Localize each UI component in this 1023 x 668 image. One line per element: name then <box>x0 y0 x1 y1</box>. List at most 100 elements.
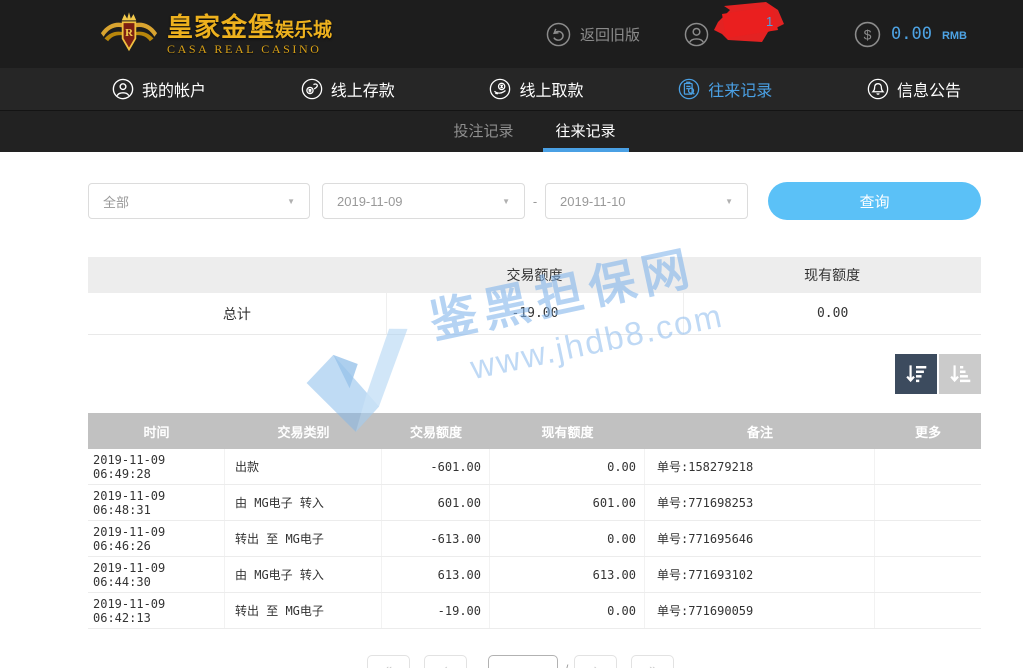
username-visible-digit: 1 <box>766 14 773 29</box>
cell-more <box>875 521 981 556</box>
cell-time: 2019-11-09 06:49:28 <box>88 449 225 484</box>
logo-subtitle: CASA REAL CASINO <box>167 43 332 55</box>
chevron-down-icon: ▼ <box>502 197 510 206</box>
table-row: 2019-11-09 06:46:26 转出 至 MG电子 -613.00 0.… <box>88 521 981 557</box>
transaction-records-page: R 皇家金堡娱乐城 CASA REAL CASINO 返回旧版 <box>0 0 1023 668</box>
cell-more <box>875 485 981 520</box>
cell-type: 出款 <box>225 449 382 484</box>
col-header-balance: 现有额度 <box>490 422 645 441</box>
casino-logo[interactable]: R 皇家金堡娱乐城 CASA REAL CASINO <box>100 11 332 57</box>
first-page-button[interactable]: « <box>367 655 410 668</box>
main-navigation: 我的帐户 线上存款 <box>0 68 1023 110</box>
col-header-type: 交易类别 <box>225 422 382 441</box>
bell-icon <box>867 78 889 100</box>
records-table: 时间 交易类别 交易额度 现有额度 备注 更多 2019-11-09 06:49… <box>88 413 981 629</box>
date-from-select[interactable]: 2019-11-09 ▼ <box>322 183 525 219</box>
user-account[interactable]: 1 <box>684 22 784 47</box>
date-to-value: 2019-11-10 <box>560 194 626 209</box>
page-separator: / <box>565 655 568 668</box>
summary-transaction-amount: -19.00 <box>386 293 684 334</box>
cell-type: 转出 至 MG电子 <box>225 521 382 556</box>
summary-header-transaction-amount: 交易额度 <box>386 265 684 285</box>
cell-amount: 601.00 <box>382 485 490 520</box>
cell-balance: 0.00 <box>490 449 645 484</box>
cell-note: 单号:771690059 <box>645 593 875 628</box>
tab-betting-records[interactable]: 投注记录 <box>432 111 534 152</box>
cell-time: 2019-11-09 06:46:26 <box>88 521 225 556</box>
filter-row: 全部 ▼ 2019-11-09 ▼ - 2019-11-10 ▼ 查询 <box>88 182 981 220</box>
nav-item-my-account[interactable]: 我的帐户 <box>112 77 206 101</box>
cell-amount: -601.00 <box>382 449 490 484</box>
sort-ascending-icon <box>947 361 973 387</box>
logo-text: 皇家金堡娱乐城 CASA REAL CASINO <box>167 14 332 55</box>
chevron-down-icon: ▼ <box>287 197 295 206</box>
date-range-separator: - <box>525 194 545 209</box>
cell-note: 单号:771695646 <box>645 521 875 556</box>
summary-total-label: 总计 <box>88 304 386 324</box>
svg-text:$: $ <box>864 26 872 42</box>
type-select[interactable]: 全部 ▼ <box>88 183 310 219</box>
query-button[interactable]: 查询 <box>768 182 981 220</box>
prev-page-button[interactable]: ‹ <box>424 655 467 668</box>
cell-more <box>875 593 981 628</box>
records-icon <box>678 78 700 100</box>
cell-time: 2019-11-09 06:44:30 <box>88 557 225 592</box>
content-area: 全部 ▼ 2019-11-09 ▼ - 2019-11-10 ▼ 查询 交易额度… <box>88 182 981 629</box>
nav-label: 线上取款 <box>519 77 583 101</box>
col-header-more: 更多 <box>875 422 981 441</box>
records-header-row: 时间 交易类别 交易额度 现有额度 备注 更多 <box>88 413 981 449</box>
cell-more <box>875 449 981 484</box>
nav-item-announcements[interactable]: 信息公告 <box>867 77 961 101</box>
page-number-input[interactable] <box>488 655 558 668</box>
user-icon <box>112 78 134 100</box>
back-arrow-icon <box>546 22 571 47</box>
cell-type: 转出 至 MG电子 <box>225 593 382 628</box>
table-row: 2019-11-09 06:44:30 由 MG电子 转入 613.00 613… <box>88 557 981 593</box>
col-header-amount: 交易额度 <box>382 422 490 441</box>
nav-item-online-withdrawal[interactable]: 线上取款 <box>489 77 583 101</box>
nav-label: 信息公告 <box>897 77 961 101</box>
nav-label: 我的帐户 <box>142 77 206 101</box>
sort-ascending-button[interactable] <box>939 354 981 394</box>
table-row: 2019-11-09 06:48:31 由 MG电子 转入 601.00 601… <box>88 485 981 521</box>
cell-amount: -19.00 <box>382 593 490 628</box>
cell-balance: 0.00 <box>490 593 645 628</box>
sort-descending-button[interactable] <box>895 354 937 394</box>
next-page-button[interactable]: › <box>574 655 617 668</box>
nav-item-transaction-records[interactable]: 往来记录 <box>678 77 772 101</box>
sort-controls <box>88 354 981 394</box>
cell-note: 单号:158279218 <box>645 449 875 484</box>
sub-tab-bar: 投注记录 往来记录 <box>0 110 1023 152</box>
last-page-button[interactable]: » <box>631 655 674 668</box>
tab-transaction-records[interactable]: 往来记录 <box>535 111 637 152</box>
cell-time: 2019-11-09 06:42:13 <box>88 593 225 628</box>
cell-balance: 613.00 <box>490 557 645 592</box>
summary-current-amount: 0.00 <box>683 293 981 334</box>
type-select-value: 全部 <box>103 192 129 211</box>
svg-text:R: R <box>125 27 133 39</box>
summary-total-row: 总计 -19.00 0.00 <box>88 293 981 335</box>
table-row: 2019-11-09 06:49:28 出款 -601.00 0.00 单号:1… <box>88 449 981 485</box>
cell-more <box>875 557 981 592</box>
pagination: « ‹ / › » <box>367 655 674 668</box>
col-header-note: 备注 <box>645 422 875 441</box>
date-from-value: 2019-11-09 <box>337 194 403 209</box>
cell-amount: 613.00 <box>382 557 490 592</box>
cell-note: 单号:771693102 <box>645 557 875 592</box>
tab-label: 往来记录 <box>556 123 616 140</box>
back-link-label: 返回旧版 <box>580 24 640 45</box>
summary-table: 交易额度 现有额度 总计 -19.00 0.00 <box>88 257 981 335</box>
user-icon <box>684 22 709 47</box>
cell-time: 2019-11-09 06:48:31 <box>88 485 225 520</box>
sort-descending-icon <box>903 361 929 387</box>
top-header: R 皇家金堡娱乐城 CASA REAL CASINO 返回旧版 <box>0 0 1023 68</box>
cell-balance: 601.00 <box>490 485 645 520</box>
table-row: 2019-11-09 06:42:13 转出 至 MG电子 -19.00 0.0… <box>88 593 981 629</box>
back-to-old-version-link[interactable]: 返回旧版 <box>546 22 640 47</box>
date-to-select[interactable]: 2019-11-10 ▼ <box>545 183 748 219</box>
casino-emblem-icon: R <box>100 11 158 57</box>
nav-item-online-deposit[interactable]: 线上存款 <box>301 77 395 101</box>
summary-header-current-amount: 现有额度 <box>683 265 981 285</box>
active-tab-underline <box>543 148 629 152</box>
balance-display: $ 0.00 RMB <box>854 21 967 48</box>
